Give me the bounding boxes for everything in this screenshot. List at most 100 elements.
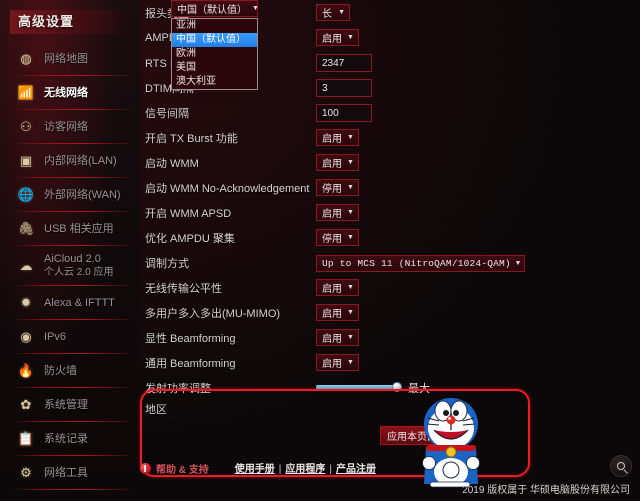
region-option[interactable]: 欧洲: [172, 47, 257, 61]
setting-control: 停用 ▼: [316, 178, 359, 197]
router-admin-page: 高级设置 ◍ 网络地图 📶 无线网络 ⚇ 访客网络 ▣ 内部网络(LAN) 🌐 外部网络(WAN)…: [0, 0, 640, 501]
footer-link[interactable]: 应用程序: [285, 464, 325, 475]
region-option[interactable]: 亚洲: [172, 19, 257, 33]
sidebar-item-3[interactable]: ▣ 内部网络(LAN): [0, 144, 140, 178]
sidebar-divider: [14, 489, 132, 490]
sidebar-item-6[interactable]: ☁ AiCloud 2.0 个人云 2.0 应用: [0, 246, 140, 286]
footer-link[interactable]: 产品注册: [336, 464, 376, 475]
setting-select-value: Up to MCS 11 (NitroQAM/1024-QAM): [322, 258, 511, 269]
setting-select[interactable]: 启用 ▼: [316, 278, 359, 296]
sidebar-item-label: 无线网络: [44, 86, 88, 99]
setting-select[interactable]: 启用 ▼: [316, 28, 359, 46]
setting-label: 开启 WMM APSD: [145, 207, 232, 220]
slider-track[interactable]: [316, 382, 402, 392]
usb-icon: 🖇: [17, 221, 35, 236]
setting-select[interactable]: 停用 ▼: [316, 178, 359, 196]
setting-select[interactable]: 启用 ▼: [316, 128, 359, 146]
region-option[interactable]: 美国: [172, 61, 257, 75]
region-select[interactable]: 中国（默认值） ▼: [171, 0, 259, 18]
sidebar-item-label: 内部网络(LAN): [44, 154, 117, 167]
setting-select-value: 停用: [322, 233, 342, 245]
region-option[interactable]: 中国（默认值）: [172, 33, 257, 47]
sidebar-item-4[interactable]: 🌐 外部网络(WAN): [0, 178, 140, 212]
setting-select-value: 长: [322, 8, 332, 20]
setting-control: 启用 ▼: [316, 28, 359, 47]
help-support-label[interactable]: 帮助 & 支持: [156, 461, 209, 476]
setting-row: 发射功率调整 最大: [140, 375, 640, 400]
setting-row: 通用 Beamforming 启用 ▼: [140, 350, 640, 375]
setting-select[interactable]: Up to MCS 11 (NitroQAM/1024-QAM) ▼: [316, 255, 526, 272]
sidebar-item-1[interactable]: 📶 无线网络: [0, 76, 140, 110]
alexa-icon: ✹: [20, 295, 32, 310]
footer-link[interactable]: 使用手册: [235, 464, 275, 475]
chevron-down-icon: ▼: [347, 358, 354, 366]
setting-select-value: 启用: [322, 158, 342, 170]
setting-select-value: 启用: [322, 333, 342, 345]
setting-select-value: 启用: [322, 308, 342, 320]
sidebar-item-2[interactable]: ⚇ 访客网络: [0, 110, 140, 144]
setting-select-value: 启用: [322, 133, 342, 145]
setting-select[interactable]: 启用 ▼: [316, 353, 359, 371]
setting-control: 启用 ▼: [316, 278, 359, 297]
setting-text-input[interactable]: 100: [316, 104, 372, 123]
sidebar-item-5[interactable]: 🖇 USB 相关应用: [0, 212, 140, 246]
chevron-down-icon: ▼: [515, 259, 521, 268]
network-map-icon: ◍: [20, 51, 32, 66]
ipv6-globe-icon: ◉: [20, 329, 32, 344]
help-icon: [140, 462, 151, 474]
sidebar-menu: ◍ 网络地图 📶 无线网络 ⚇ 访客网络 ▣ 内部网络(LAN) 🌐 外部网络(WAN) 🖇 USB …: [0, 42, 140, 490]
chevron-down-icon: ▼: [347, 233, 354, 241]
setting-select[interactable]: 启用 ▼: [316, 153, 359, 171]
sidebar-item-label: 访客网络: [44, 120, 88, 133]
sidebar-item-label: Alexa & IFTTT: [44, 296, 115, 309]
tools-gear-icon: ⚙: [20, 465, 32, 480]
region-option[interactable]: 澳大利亚: [172, 75, 257, 89]
chevron-down-icon: ▼: [347, 33, 354, 41]
sidebar-item-8[interactable]: ◉ IPv6: [0, 320, 140, 354]
chevron-down-icon: ▼: [347, 308, 354, 316]
setting-control: 3: [316, 78, 372, 98]
sidebar-item-label: 系统记录: [44, 432, 88, 445]
setting-select[interactable]: 长 ▼: [316, 3, 350, 21]
sidebar-item-label: 系统管理: [44, 398, 88, 411]
setting-text-input[interactable]: 2347: [316, 54, 372, 73]
setting-control: 长 ▼: [316, 3, 350, 22]
search-icon[interactable]: [610, 455, 632, 477]
setting-row: 调制方式 Up to MCS 11 (NitroQAM/1024-QAM) ▼: [140, 250, 640, 275]
setting-select[interactable]: 启用 ▼: [316, 303, 359, 321]
sidebar-item-11[interactable]: 📋 系统记录: [0, 422, 140, 456]
chevron-down-icon: ▼: [347, 183, 354, 191]
sidebar-item-12[interactable]: ⚙ 网络工具: [0, 456, 140, 490]
setting-text-input[interactable]: 3: [316, 79, 372, 98]
setting-select-value: 停用: [322, 183, 342, 195]
sidebar-item-label: 网络地图: [44, 52, 88, 65]
region-selected-value: 中国（默认值）: [177, 5, 247, 16]
page-title: 高级设置: [10, 10, 132, 34]
setting-select[interactable]: 启用 ▼: [316, 328, 359, 346]
region-dropdown-list[interactable]: 亚洲 中国（默认值） 欧洲 美国 澳大利亚: [171, 18, 258, 90]
sidebar-item-9[interactable]: 🔥 防火墙: [0, 354, 140, 388]
cloud-icon: ☁: [19, 258, 33, 273]
setting-select[interactable]: 启用 ▼: [316, 203, 359, 221]
setting-select-value: 启用: [322, 33, 342, 45]
sidebar-item-0[interactable]: ◍ 网络地图: [0, 42, 140, 76]
setting-select-value: 启用: [322, 208, 342, 220]
sidebar-item-10[interactable]: ✿ 系统管理: [0, 388, 140, 422]
setting-label: 显性 Beamforming: [145, 332, 236, 345]
sidebar-item-sublabel: 个人云 2.0 应用: [44, 267, 114, 278]
log-icon: 📋: [17, 431, 35, 446]
region-select-value-box[interactable]: 中国（默认值） ▼: [171, 0, 259, 17]
footer-separator: |: [278, 464, 282, 475]
setting-label: 开启 TX Burst 功能: [145, 132, 238, 145]
setting-label: 调制方式: [145, 257, 189, 270]
setting-control: 2347: [316, 53, 372, 73]
setting-control: 100: [316, 103, 372, 123]
setting-control: Up to MCS 11 (NitroQAM/1024-QAM) ▼: [316, 253, 526, 272]
setting-label: 无线传输公平性: [145, 282, 222, 295]
setting-label: 通用 Beamforming: [145, 357, 236, 370]
sidebar-item-7[interactable]: ✹ Alexa & IFTTT: [0, 286, 140, 320]
setting-select[interactable]: 停用 ▼: [316, 228, 359, 246]
setting-select-value: 启用: [322, 283, 342, 295]
sidebar: 高级设置 ◍ 网络地图 📶 无线网络 ⚇ 访客网络 ▣ 内部网络(LAN) 🌐 外部网络(WAN)…: [0, 0, 140, 490]
slider-knob[interactable]: [392, 382, 402, 392]
